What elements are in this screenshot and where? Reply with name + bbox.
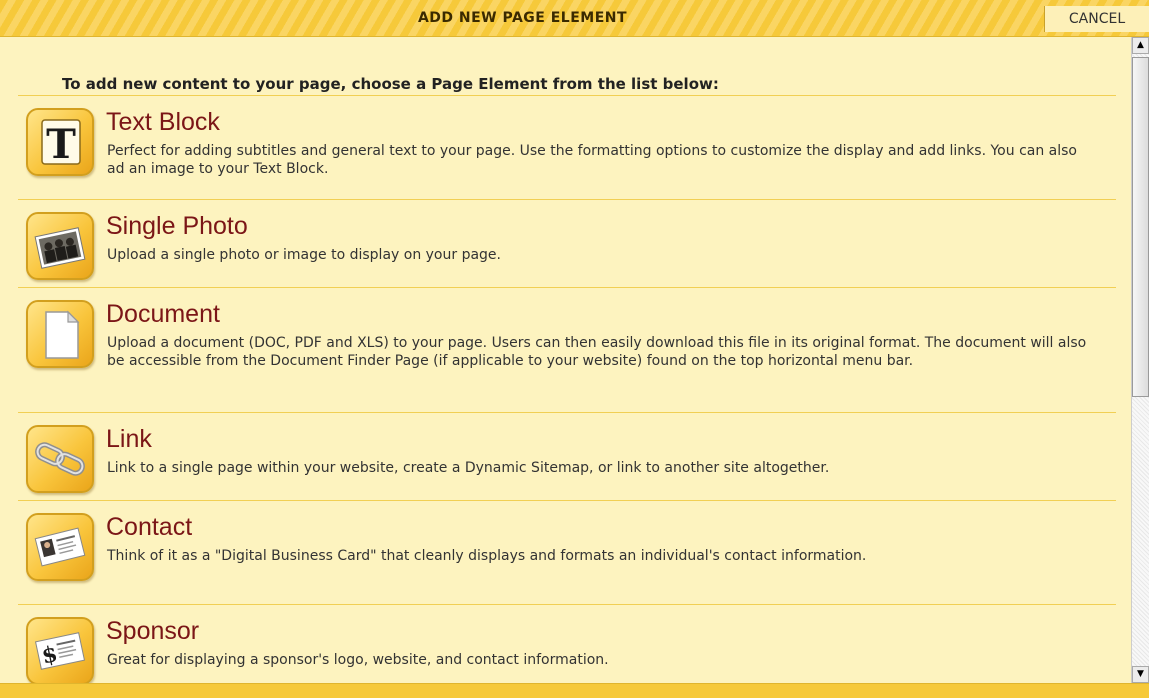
text-block-icon: T <box>26 108 94 176</box>
element-title: Document <box>106 300 220 328</box>
element-list-panel: To add new content to your page, choose … <box>0 37 1131 683</box>
document-icon <box>26 300 94 368</box>
element-description: Great for displaying a sponsor's logo, w… <box>107 652 609 668</box>
dialog-footer-bar <box>0 683 1149 698</box>
vertical-scrollbar[interactable]: ▲ ▼ <box>1131 37 1149 683</box>
photo-icon <box>26 212 94 280</box>
element-description: Think of it as a "Digital Business Card"… <box>107 548 867 564</box>
cancel-button[interactable]: CANCEL <box>1044 6 1149 32</box>
business-card-icon <box>26 513 94 581</box>
scroll-up-arrow-icon[interactable]: ▲ <box>1132 37 1149 54</box>
intro-text: To add new content to your page, choose … <box>62 75 719 93</box>
svg-text:T: T <box>46 121 76 168</box>
element-item-link[interactable]: Link Link to a single page within your w… <box>18 412 1116 500</box>
scrollbar-thumb[interactable] <box>1132 57 1149 397</box>
element-title: Single Photo <box>106 212 248 240</box>
element-item-text-block[interactable]: T Text Block Perfect for adding subtitle… <box>18 95 1116 199</box>
sponsor-card-icon: $ <box>26 617 94 683</box>
element-description: Upload a single photo or image to displa… <box>107 247 501 263</box>
element-title: Text Block <box>106 108 220 136</box>
element-title: Contact <box>106 513 193 541</box>
element-item-single-photo[interactable]: Single Photo Upload a single photo or im… <box>18 199 1116 287</box>
element-description: Perfect for adding subtitles and general… <box>107 143 1077 177</box>
page-element-list: T Text Block Perfect for adding subtitle… <box>18 95 1116 683</box>
element-title: Link <box>106 425 152 453</box>
element-title: Sponsor <box>106 617 200 645</box>
chain-link-icon <box>26 425 94 493</box>
element-item-sponsor[interactable]: $ Sponsor Great for displaying a sponsor… <box>18 604 1116 683</box>
dialog-title: ADD NEW PAGE ELEMENT <box>417 10 628 26</box>
element-item-document[interactable]: Document Upload a document (DOC, PDF and… <box>18 287 1116 412</box>
element-description: Link to a single page within your websit… <box>107 460 830 476</box>
dialog-header: ADD NEW PAGE ELEMENT CANCEL <box>0 0 1149 37</box>
element-description: Upload a document (DOC, PDF and XLS) to … <box>107 335 1087 369</box>
scroll-down-arrow-icon[interactable]: ▼ <box>1132 666 1149 683</box>
element-item-contact[interactable]: Contact Think of it as a "Digital Busine… <box>18 500 1116 604</box>
